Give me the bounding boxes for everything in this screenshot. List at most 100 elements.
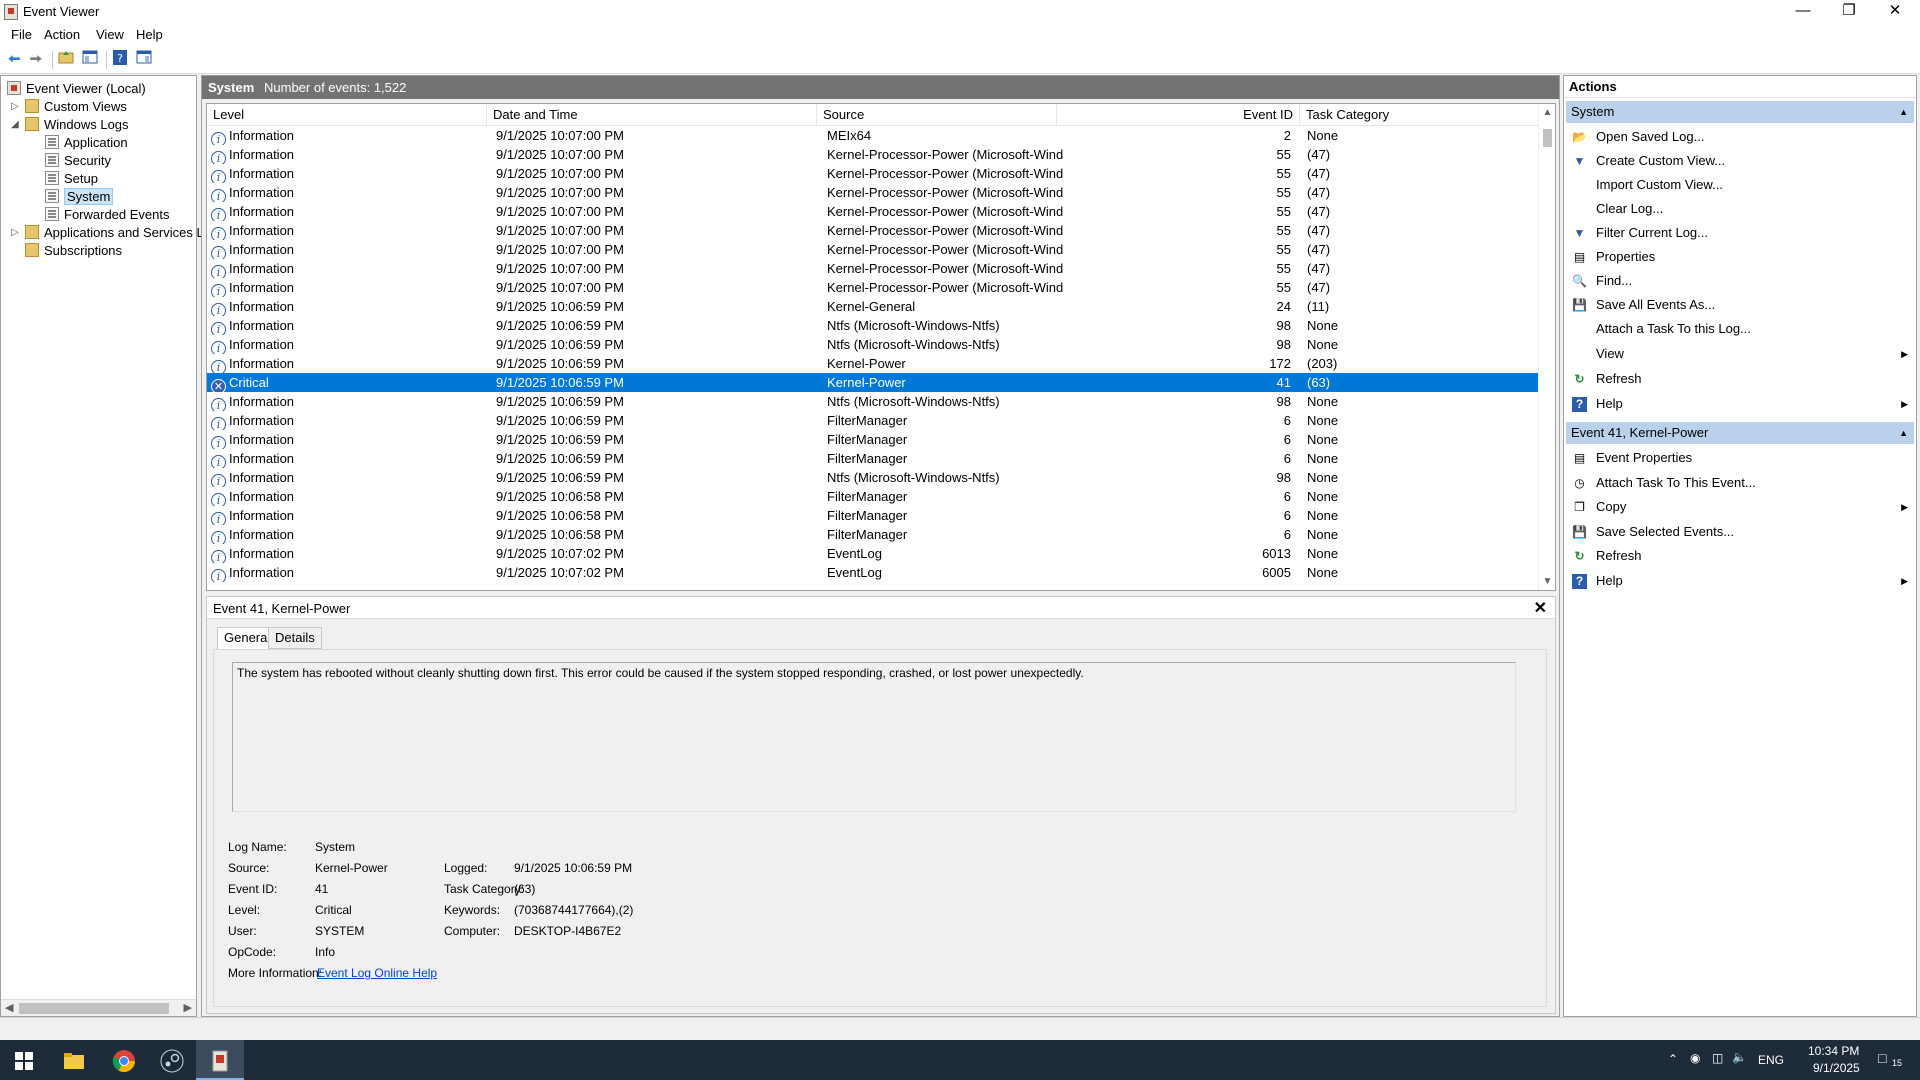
scroll-right-icon[interactable]: ▶ [184, 1000, 192, 1017]
language-indicator[interactable]: ENG [1758, 1053, 1784, 1067]
action-item[interactable]: ▤ Properties [1566, 246, 1914, 268]
action-item[interactable]: ? Help ▶ [1566, 570, 1914, 592]
action-item[interactable]: Attach a Task To this Log... [1566, 318, 1914, 340]
column-header-event-id[interactable]: Event ID [1057, 104, 1300, 126]
collapse-caret-icon[interactable]: ▲ [1899, 422, 1908, 444]
event-log-online-help-link[interactable]: Event Log Online Help [317, 966, 437, 980]
tree-node-subscriptions[interactable]: Subscriptions [25, 242, 122, 260]
action-item[interactable]: ? Help ▶ [1566, 393, 1914, 415]
table-row[interactable]: i Information 9/1/2025 10:06:58 PM FilterMa… [207, 525, 1539, 544]
tree-node-windows-logs[interactable]: ◢ Windows Logs [11, 116, 129, 134]
table-row[interactable]: i Information 9/1/2025 10:06:58 PM FilterMa… [207, 487, 1539, 506]
action-item[interactable]: View ▶ [1566, 343, 1914, 365]
table-row[interactable]: i Information 9/1/2025 10:06:58 PM FilterMa… [207, 506, 1539, 525]
back-arrow-icon[interactable]: 🠨 [4, 50, 24, 70]
up-folder-icon[interactable] [56, 50, 76, 70]
table-row[interactable]: i Information 9/1/2025 10:07:00 PM Kernel-P… [207, 202, 1539, 221]
scrollbar-thumb[interactable] [19, 1003, 169, 1014]
scroll-up-icon[interactable]: ▲ [1539, 104, 1555, 121]
collapse-caret-icon[interactable]: ▲ [1899, 101, 1908, 123]
tab-details[interactable]: Details [268, 627, 322, 649]
column-header-source[interactable]: Source [817, 104, 1057, 126]
menu-file[interactable]: File [11, 27, 32, 42]
expand-chevron-icon[interactable]: ▷ [11, 224, 19, 242]
menu-help[interactable]: Help [136, 27, 163, 42]
table-row[interactable]: i Information 9/1/2025 10:06:59 PM FilterMa… [207, 411, 1539, 430]
action-item[interactable]: 📂 Open Saved Log... [1566, 126, 1914, 148]
action-item[interactable]: ▤ Event Properties [1566, 447, 1914, 469]
action-item[interactable]: Clear Log... [1566, 198, 1914, 220]
tree-node-forwarded-events[interactable]: Forwarded Events [45, 206, 170, 224]
show-hidden-icons-icon[interactable]: ⌃ [1668, 1052, 1678, 1066]
tree-node-apps-services[interactable]: ▷ Applications and Services Lo [11, 224, 211, 242]
help-icon[interactable]: ? [110, 50, 130, 70]
action-group-event[interactable]: Event 41, Kernel-Power ▲ [1566, 422, 1914, 444]
tree-node-application[interactable]: Application [45, 134, 128, 152]
table-row[interactable]: i Information 9/1/2025 10:07:00 PM Kernel-P… [207, 164, 1539, 183]
column-header-level[interactable]: Level [207, 104, 487, 126]
file-explorer-icon[interactable] [50, 1040, 98, 1080]
close-detail-icon[interactable]: ✕ [1534, 598, 1547, 618]
steam-icon[interactable] [148, 1040, 196, 1080]
clock-date[interactable]: 9/1/2025 [1813, 1061, 1860, 1075]
menu-view[interactable]: View [96, 27, 124, 42]
show-hide-console-tree-icon[interactable] [80, 50, 100, 70]
action-item[interactable]: 💾 Save All Events As... [1566, 294, 1914, 316]
action-item[interactable]: 💾 Save Selected Events... [1566, 521, 1914, 543]
grid-vertical-scrollbar[interactable]: ▲ ▼ [1538, 104, 1555, 590]
table-row[interactable]: i Information 9/1/2025 10:06:59 PM Ntfs (Mi… [207, 392, 1539, 411]
action-item[interactable]: ↻ Refresh [1566, 368, 1914, 390]
tree-horizontal-scrollbar[interactable]: ◀ ▶ [1, 999, 196, 1016]
table-row[interactable]: i Information 9/1/2025 10:06:59 PM Ntfs (Mi… [207, 335, 1539, 354]
table-row[interactable]: i Information 9/1/2025 10:07:00 PM Kernel-P… [207, 240, 1539, 259]
tree-node-system[interactable]: System [45, 188, 114, 206]
table-row[interactable]: i Information 9/1/2025 10:06:59 PM Ntfs (Mi… [207, 316, 1539, 335]
tree-node-root[interactable]: Event Viewer (Local) [7, 80, 146, 98]
tree-node-security[interactable]: Security [45, 152, 111, 170]
tree-node-custom-views[interactable]: ▷ Custom Views [11, 98, 127, 116]
table-row[interactable]: i Information 9/1/2025 10:06:59 PM Kernel-P… [207, 354, 1539, 373]
table-row[interactable]: i Information 9/1/2025 10:07:00 PM Kernel-P… [207, 145, 1539, 164]
table-row[interactable]: i Information 9/1/2025 10:06:59 PM Kernel-G… [207, 297, 1539, 316]
clock-time[interactable]: 10:34 PM [1808, 1044, 1859, 1058]
table-row[interactable]: i Information 9/1/2025 10:07:00 PM Kernel-P… [207, 259, 1539, 278]
minimize-button[interactable]: — [1780, 0, 1826, 24]
table-row[interactable]: i Information 9/1/2025 10:07:00 PM Kernel-P… [207, 183, 1539, 202]
windows-start-icon[interactable] [0, 1040, 48, 1080]
table-row[interactable]: i Information 9/1/2025 10:07:02 PM EventLog… [207, 544, 1539, 563]
action-item[interactable]: Import Custom View... [1566, 174, 1914, 196]
column-header-task-category[interactable]: Task Category [1300, 104, 1539, 126]
show-hide-action-pane-icon[interactable] [134, 50, 154, 70]
action-item[interactable]: ❐ Copy ▶ [1566, 496, 1914, 518]
table-row[interactable]: ✕ Critical 9/1/2025 10:06:59 PM Kernel-Powe… [207, 373, 1539, 392]
expand-chevron-icon[interactable]: ▷ [11, 98, 19, 116]
action-item[interactable]: ◷ Attach Task To This Event... [1566, 472, 1914, 494]
action-item[interactable]: ↻ Refresh [1566, 545, 1914, 567]
network-icon[interactable]: ◫ [1712, 1051, 1723, 1065]
action-item[interactable]: ▼ Filter Current Log... [1566, 222, 1914, 244]
column-header-date-time[interactable]: Date and Time [487, 104, 817, 126]
tree-node-setup[interactable]: Setup [45, 170, 98, 188]
event-description[interactable]: The system has rebooted without cleanly … [232, 662, 1516, 812]
action-item[interactable]: 🔍 Find... [1566, 270, 1914, 292]
scroll-down-icon[interactable]: ▼ [1539, 573, 1555, 590]
scrollbar-thumb[interactable] [1543, 129, 1552, 147]
forward-arrow-icon[interactable]: 🠪 [26, 50, 46, 70]
scroll-left-icon[interactable]: ◀ [5, 1000, 13, 1017]
event-viewer-taskbar-icon[interactable] [196, 1040, 244, 1080]
table-row[interactable]: i Information 9/1/2025 10:06:59 PM FilterMa… [207, 430, 1539, 449]
table-row[interactable]: i Information 9/1/2025 10:07:00 PM Kernel-P… [207, 221, 1539, 240]
steam-tray-icon[interactable]: ◉ [1690, 1051, 1700, 1065]
chrome-icon[interactable] [100, 1040, 148, 1080]
restore-button[interactable]: ❐ [1826, 0, 1872, 24]
table-row[interactable]: i Information 9/1/2025 10:06:59 PM FilterMa… [207, 449, 1539, 468]
table-row[interactable]: i Information 9/1/2025 10:07:02 PM EventLog… [207, 563, 1539, 582]
table-row[interactable]: i Information 9/1/2025 10:07:00 PM Kernel-P… [207, 278, 1539, 297]
table-row[interactable]: i Information 9/1/2025 10:07:00 PM MEIx64 2 N… [207, 126, 1539, 145]
volume-icon[interactable]: 🔈 [1732, 1050, 1747, 1064]
action-group-system[interactable]: System ▲ [1566, 101, 1914, 123]
table-row[interactable]: i Information 9/1/2025 10:06:59 PM Ntfs (Mi… [207, 468, 1539, 487]
notification-center-icon[interactable]: □ [1878, 1050, 1886, 1066]
menu-action[interactable]: Action [44, 27, 80, 42]
collapse-chevron-icon[interactable]: ◢ [11, 116, 19, 134]
